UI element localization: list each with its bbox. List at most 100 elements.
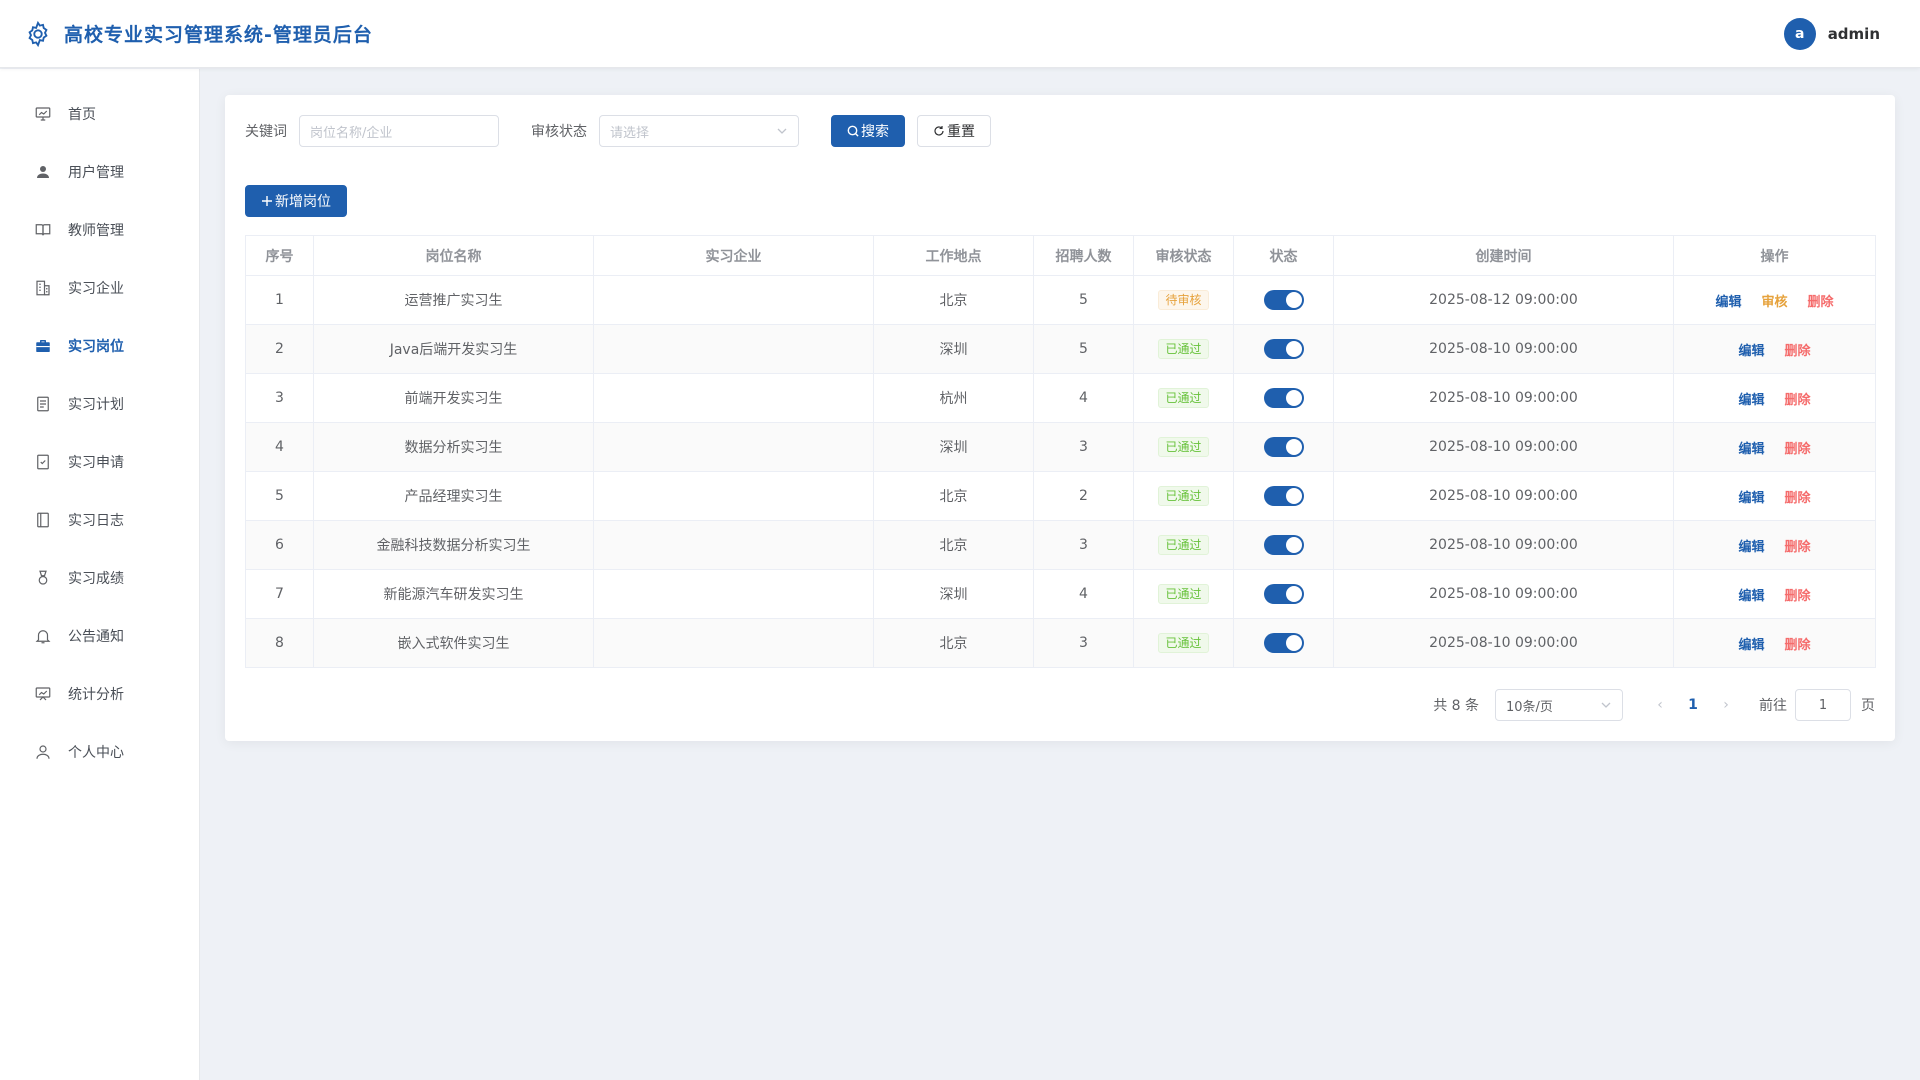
audit-status-badge: 已通过 <box>1158 633 1209 653</box>
actions-cell: 编辑 删除 <box>1673 520 1876 570</box>
recruit-count: 5 <box>1033 324 1134 374</box>
work-location: 北京 <box>873 618 1034 668</box>
work-location: 北京 <box>873 471 1034 521</box>
delete-button[interactable]: 删除 <box>1785 340 1811 359</box>
prev-page-icon[interactable]: ‹ <box>1645 697 1675 713</box>
sidebar-item-teachers[interactable]: 教师管理 <box>0 201 199 259</box>
edit-button[interactable]: 编辑 <box>1738 340 1764 359</box>
company-name <box>593 422 874 472</box>
sidebar-item-profile[interactable]: 个人中心 <box>0 723 199 781</box>
status-toggle[interactable] <box>1263 339 1304 359</box>
sidebar-item-statistics[interactable]: 统计分析 <box>0 665 199 723</box>
page-size-select[interactable]: 10条/页 <box>1495 689 1623 721</box>
sidebar-item-label: 首页 <box>68 107 96 123</box>
column-header: 创建时间 <box>1333 235 1674 276</box>
column-header: 序号 <box>245 235 314 276</box>
goto-page-input[interactable]: 1 <box>1795 689 1851 721</box>
created-time: 2025-08-10 09:00:00 <box>1333 471 1674 521</box>
sidebar-item-positions[interactable]: 实习岗位 <box>0 317 199 375</box>
recruit-count: 5 <box>1033 275 1134 325</box>
recruit-count: 2 <box>1033 471 1134 521</box>
reset-button[interactable]: 重置 <box>917 115 991 147</box>
edit-button[interactable]: 编辑 <box>1738 634 1764 653</box>
sidebar-item-label: 实习企业 <box>68 281 124 297</box>
edit-button[interactable]: 编辑 <box>1738 487 1764 506</box>
row-number: 8 <box>245 618 314 668</box>
sidebar-item-companies[interactable]: 实习企业 <box>0 259 199 317</box>
username[interactable]: admin <box>1828 25 1880 43</box>
position-name: 嵌入式软件实习生 <box>313 618 594 668</box>
work-location: 北京 <box>873 275 1034 325</box>
sidebar-item-home[interactable]: 首页 <box>0 85 199 143</box>
status-toggle[interactable] <box>1263 290 1304 310</box>
sidebar-item-grades[interactable]: 实习成绩 <box>0 549 199 607</box>
keyword-input[interactable]: 岗位名称/企业 <box>299 115 499 147</box>
sidebar-item-label: 教师管理 <box>68 223 124 239</box>
delete-button[interactable]: 删除 <box>1785 585 1811 604</box>
actions-cell: 编辑 审核 删除 <box>1673 275 1876 325</box>
delete-button[interactable]: 删除 <box>1785 389 1811 408</box>
status-toggle[interactable] <box>1263 584 1304 604</box>
audit-status-cell: 已通过 <box>1133 373 1234 423</box>
status-toggle[interactable] <box>1263 388 1304 408</box>
sidebar-item-plans[interactable]: 实习计划 <box>0 375 199 433</box>
column-header: 审核状态 <box>1133 235 1234 276</box>
dashboard-icon <box>35 107 51 121</box>
delete-button[interactable]: 删除 <box>1785 487 1811 506</box>
table-row: 1 运营推广实习生 北京 5 待审核 2025-08-12 09:00:00 编辑 审核 删除 <box>245 275 1876 325</box>
avatar[interactable]: a <box>1783 17 1816 50</box>
goto-label: 前往 <box>1759 698 1787 714</box>
sidebar-item-users[interactable]: 用户管理 <box>0 143 199 201</box>
briefcase-icon <box>36 340 50 352</box>
actions-cell: 编辑 删除 <box>1673 471 1876 521</box>
sidebar-item-label: 个人中心 <box>68 745 124 761</box>
notebook-icon <box>37 512 49 528</box>
status-toggle[interactable] <box>1263 633 1304 653</box>
status-toggle[interactable] <box>1263 437 1304 457</box>
edit-button[interactable]: 编辑 <box>1738 585 1764 604</box>
edit-button[interactable]: 编辑 <box>1738 438 1764 457</box>
checklist-icon <box>37 454 49 470</box>
next-page-icon[interactable]: › <box>1711 697 1741 713</box>
row-number: 4 <box>245 422 314 472</box>
delete-button[interactable]: 删除 <box>1785 634 1811 653</box>
sidebar-item-notices[interactable]: 公告通知 <box>0 607 199 665</box>
status-label: 审核状态 <box>531 124 587 140</box>
actions-cell: 编辑 删除 <box>1673 422 1876 472</box>
search-button[interactable]: 搜索 <box>831 115 905 147</box>
page-size-value: 10条/页 <box>1506 699 1553 715</box>
audit-status-cell: 已通过 <box>1133 324 1234 374</box>
edit-button[interactable]: 编辑 <box>1715 291 1741 310</box>
row-number: 5 <box>245 471 314 521</box>
position-name: Java后端开发实习生 <box>313 324 594 374</box>
company-name <box>593 275 874 325</box>
goto-suffix: 页 <box>1861 698 1875 714</box>
add-position-button[interactable]: 新增岗位 <box>245 185 347 217</box>
table-row: 3 前端开发实习生 杭州 4 已通过 2025-08-10 09:00:00 编辑 删除 <box>245 373 1876 423</box>
status-toggle[interactable] <box>1263 535 1304 555</box>
edit-button[interactable]: 编辑 <box>1738 536 1764 555</box>
delete-button[interactable]: 删除 <box>1808 291 1834 310</box>
sidebar-item-logs[interactable]: 实习日志 <box>0 491 199 549</box>
audit-button[interactable]: 审核 <box>1761 291 1787 310</box>
reset-button-label: 重置 <box>947 124 975 140</box>
status-select[interactable]: 请选择 <box>599 115 799 147</box>
company-name <box>593 569 874 619</box>
chevron-down-icon <box>777 128 787 134</box>
row-number: 6 <box>245 520 314 570</box>
status-toggle[interactable] <box>1263 486 1304 506</box>
delete-button[interactable]: 删除 <box>1785 536 1811 555</box>
page-number[interactable]: 1 <box>1675 697 1711 713</box>
edit-button[interactable]: 编辑 <box>1738 389 1764 408</box>
recruit-count: 3 <box>1033 422 1134 472</box>
audit-status-cell: 已通过 <box>1133 422 1234 472</box>
delete-button[interactable]: 删除 <box>1785 438 1811 457</box>
plus-icon <box>262 196 272 206</box>
recruit-count: 3 <box>1033 520 1134 570</box>
sidebar-item-label: 实习成绩 <box>68 571 124 587</box>
work-location: 深圳 <box>873 324 1034 374</box>
sidebar: 首页 用户管理 教师管理 实习企业 实习岗位 实习计划 实习申请 实习日志 实习… <box>0 69 200 1080</box>
user-menu[interactable]: a admin <box>1783 17 1880 50</box>
top-header: 高校专业实习管理系统-管理员后台 a admin <box>0 0 1920 68</box>
sidebar-item-applications[interactable]: 实习申请 <box>0 433 199 491</box>
